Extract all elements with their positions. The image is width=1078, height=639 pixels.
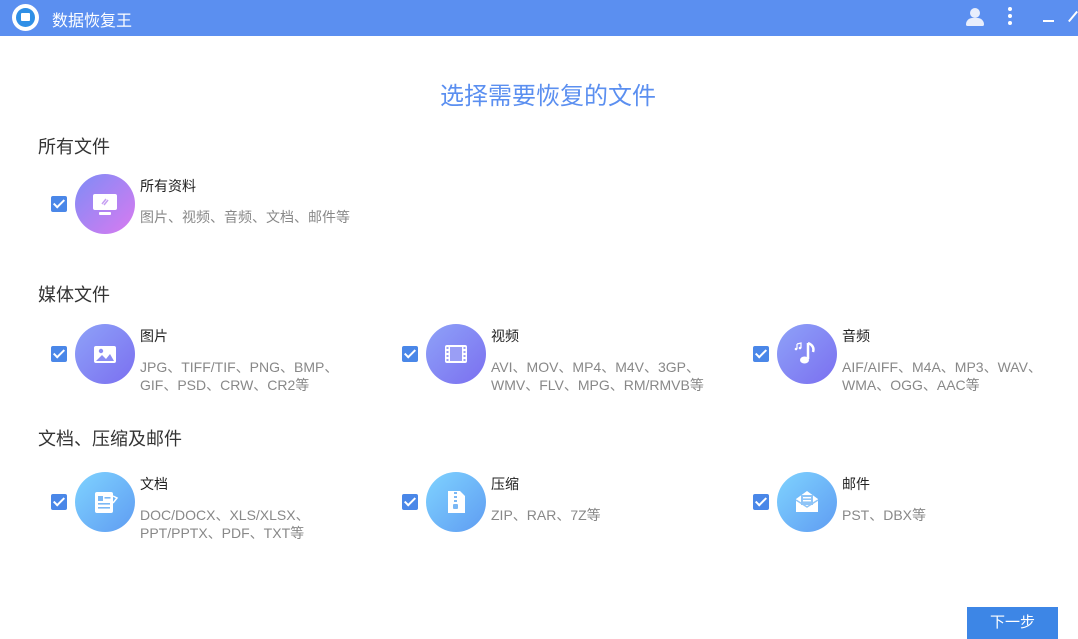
all-data-checkbox[interactable] xyxy=(51,196,67,212)
user-icon[interactable] xyxy=(961,0,989,36)
title-bar: 数据恢复王 xyxy=(0,0,1078,36)
option-audio[interactable]: 音频 AIF/AIFF、M4A、MP3、WAV、WMA、OGG、AAC等 xyxy=(740,324,1070,394)
option-mail[interactable]: 邮件 PST、DBX等 xyxy=(740,472,1070,542)
app-logo-icon xyxy=(12,4,39,31)
option-label: 压缩 xyxy=(491,476,519,492)
option-label: 音频 xyxy=(842,328,870,344)
option-videos[interactable]: 视频 AVI、MOV、MP4、M4V、3GP、WMV、FLV、MPG、RM/RM… xyxy=(389,324,719,394)
option-documents[interactable]: 文档 DOC/DOCX、XLS/XLSX、PPT/PPTX、PDF、TXT等 xyxy=(38,472,368,542)
section-title-docs: 文档、压缩及邮件 xyxy=(38,429,182,449)
option-description: PST、DBX等 xyxy=(842,507,927,523)
option-description: AVI、MOV、MP4、M4V、3GP、WMV、FLV、MPG、RM/RMVB等 xyxy=(491,359,704,393)
option-label: 邮件 xyxy=(842,476,870,492)
archives-checkbox[interactable] xyxy=(402,494,418,510)
videos-checkbox[interactable] xyxy=(402,346,418,362)
music-note-icon xyxy=(777,324,837,384)
option-description: ZIP、RAR、7Z等 xyxy=(491,507,601,523)
images-checkbox[interactable] xyxy=(51,346,67,362)
app-title: 数据恢复王 xyxy=(52,13,133,30)
minimize-icon[interactable] xyxy=(1034,0,1062,36)
section-title-all: 所有文件 xyxy=(38,137,110,157)
next-button[interactable]: 下一步 xyxy=(967,607,1058,639)
documents-checkbox[interactable] xyxy=(51,494,67,510)
section-title-media: 媒体文件 xyxy=(38,285,110,305)
audio-checkbox[interactable] xyxy=(753,346,769,362)
document-icon xyxy=(75,472,135,532)
option-description: DOC/DOCX、XLS/XLSX、PPT/PPTX、PDF、TXT等 xyxy=(140,507,310,541)
film-icon xyxy=(426,324,486,384)
option-label: 图片 xyxy=(140,328,168,344)
envelope-icon xyxy=(777,472,837,532)
option-label: 视频 xyxy=(491,328,519,344)
option-description: JPG、TIFF/TIF、PNG、BMP、GIF、PSD、CRW、CR2等 xyxy=(140,359,339,393)
option-label: 所有资料 xyxy=(140,178,196,194)
option-description: 图片、视频、音频、文档、邮件等 xyxy=(140,209,350,225)
page-title: 选择需要恢复的文件 xyxy=(440,83,656,110)
zip-icon xyxy=(426,472,486,532)
option-description: AIF/AIFF、M4A、MP3、WAV、WMA、OGG、AAC等 xyxy=(842,359,1042,393)
option-archives[interactable]: 压缩 ZIP、RAR、7Z等 xyxy=(389,472,719,542)
option-all-data[interactable]: 所有资料 图片、视频、音频、文档、邮件等 xyxy=(38,174,368,244)
option-images[interactable]: 图片 JPG、TIFF/TIF、PNG、BMP、GIF、PSD、CRW、CR2等 xyxy=(38,324,368,394)
close-icon[interactable] xyxy=(1066,0,1078,36)
image-icon xyxy=(75,324,135,384)
option-label: 文档 xyxy=(140,476,168,492)
mail-checkbox[interactable] xyxy=(753,494,769,510)
monitor-icon xyxy=(75,174,135,234)
more-menu-icon[interactable] xyxy=(996,0,1024,36)
